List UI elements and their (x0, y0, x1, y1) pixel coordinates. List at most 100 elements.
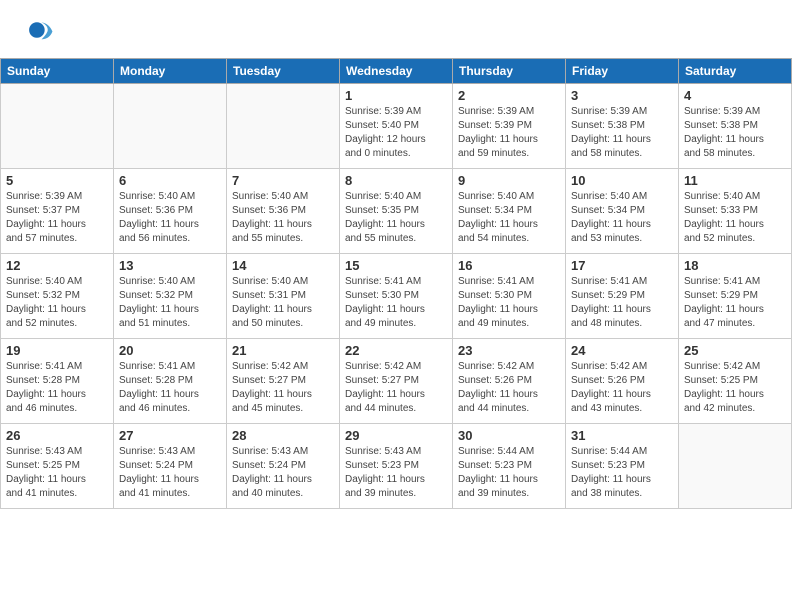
day-cell-30: 30Sunrise: 5:44 AM Sunset: 5:23 PM Dayli… (453, 424, 566, 509)
day-number: 6 (119, 173, 221, 188)
day-info: Sunrise: 5:39 AM Sunset: 5:38 PM Dayligh… (684, 105, 786, 161)
day-number: 30 (458, 428, 560, 443)
day-info: Sunrise: 5:42 AM Sunset: 5:26 PM Dayligh… (571, 360, 673, 416)
day-cell-17: 17 Sunrise: 5:41 AM Sunset: 5:29 PM Dayli… (566, 254, 679, 339)
day-number: 20 (119, 343, 221, 358)
day-header-sunday: Sunday (1, 59, 114, 84)
empty-cell (679, 424, 792, 509)
day-info: Sunrise: 5:40 AM Sunset: 5:34 PM Dayligh… (571, 190, 673, 246)
day-header-tuesday: Tuesday (227, 59, 340, 84)
day-number: 3 (571, 88, 673, 103)
day-info: Sunrise: 5:42 AM Sunset: 5:27 PM Dayligh… (345, 360, 447, 416)
empty-cell (114, 84, 227, 169)
calendar: SundayMondayTuesdayWednesdayThursdayFrid… (0, 58, 792, 509)
day-header-wednesday: Wednesday (340, 59, 453, 84)
day-number: 11 (684, 173, 786, 188)
day-info: Sunrise: 5:40 AM Sunset: 5:36 PM Dayligh… (119, 190, 221, 246)
day-info: Sunrise: 5:39 AM Sunset: 5:39 PM Dayligh… (458, 105, 560, 161)
day-header-saturday: Saturday (679, 59, 792, 84)
day-cell-31: 31 Sunrise: 5:44 AM Sunset: 5:23 PM Dayli… (566, 424, 679, 509)
day-info: Sunrise: 5:40 AM Sunset: 5:32 PM Dayligh… (6, 275, 108, 331)
day-cell-27: 27 Sunrise: 5:43 AM Sunset: 5:24 PM Dayli… (114, 424, 227, 509)
day-cell-3: 3 Sunrise: 5:39 AM Sunset: 5:38 PM Daylig… (566, 84, 679, 169)
day-cell-6: 6 Sunrise: 5:40 AM Sunset: 5:36 PM Daylig… (114, 169, 227, 254)
day-cell-28: 28 Sunrise: 5:43 AM Sunset: 5:24 PM Dayli… (227, 424, 340, 509)
day-number: 10 (571, 173, 673, 188)
day-info: Sunrise: 5:39 AM Sunset: 5:37 PM Dayligh… (6, 190, 108, 246)
week-row-1: 1Sunrise: 5:39 AM Sunset: 5:40 PM Daylig… (1, 84, 792, 169)
day-cell-20: 20 Sunrise: 5:41 AM Sunset: 5:28 PM Dayli… (114, 339, 227, 424)
day-cell-18: 18 Sunrise: 5:41 AM Sunset: 5:29 PM Dayli… (679, 254, 792, 339)
day-number: 15 (345, 258, 447, 273)
day-info: Sunrise: 5:41 AM Sunset: 5:29 PM Dayligh… (684, 275, 786, 331)
day-info: Sunrise: 5:41 AM Sunset: 5:28 PM Dayligh… (6, 360, 108, 416)
day-cell-19: 19 Sunrise: 5:41 AM Sunset: 5:28 PM Dayli… (1, 339, 114, 424)
day-cell-14: 14Sunrise: 5:40 AM Sunset: 5:31 PM Dayli… (227, 254, 340, 339)
day-number: 24 (571, 343, 673, 358)
day-info: Sunrise: 5:39 AM Sunset: 5:38 PM Dayligh… (571, 105, 673, 161)
day-info: Sunrise: 5:40 AM Sunset: 5:33 PM Dayligh… (684, 190, 786, 246)
day-info: Sunrise: 5:40 AM Sunset: 5:34 PM Dayligh… (458, 190, 560, 246)
day-info: Sunrise: 5:43 AM Sunset: 5:24 PM Dayligh… (232, 445, 334, 501)
day-number: 28 (232, 428, 334, 443)
day-cell-12: 12 Sunrise: 5:40 AM Sunset: 5:32 PM Dayli… (1, 254, 114, 339)
day-cell-11: 11 Sunrise: 5:40 AM Sunset: 5:33 PM Dayli… (679, 169, 792, 254)
day-number: 12 (6, 258, 108, 273)
day-info: Sunrise: 5:42 AM Sunset: 5:26 PM Dayligh… (458, 360, 560, 416)
days-header-row: SundayMondayTuesdayWednesdayThursdayFrid… (1, 59, 792, 84)
day-info: Sunrise: 5:44 AM Sunset: 5:23 PM Dayligh… (571, 445, 673, 501)
day-info: Sunrise: 5:41 AM Sunset: 5:29 PM Dayligh… (571, 275, 673, 331)
day-number: 7 (232, 173, 334, 188)
day-number: 18 (684, 258, 786, 273)
day-number: 31 (571, 428, 673, 443)
day-number: 9 (458, 173, 560, 188)
day-info: Sunrise: 5:41 AM Sunset: 5:30 PM Dayligh… (345, 275, 447, 331)
day-cell-2: 2 Sunrise: 5:39 AM Sunset: 5:39 PM Daylig… (453, 84, 566, 169)
day-number: 27 (119, 428, 221, 443)
header (0, 0, 792, 48)
day-number: 2 (458, 88, 560, 103)
day-number: 5 (6, 173, 108, 188)
day-header-thursday: Thursday (453, 59, 566, 84)
week-row-5: 26 Sunrise: 5:43 AM Sunset: 5:25 PM Dayli… (1, 424, 792, 509)
day-number: 1 (345, 88, 447, 103)
subtitle (0, 48, 792, 58)
day-cell-15: 15 Sunrise: 5:41 AM Sunset: 5:30 PM Dayli… (340, 254, 453, 339)
day-number: 22 (345, 343, 447, 358)
day-info: Sunrise: 5:41 AM Sunset: 5:28 PM Dayligh… (119, 360, 221, 416)
day-info: Sunrise: 5:43 AM Sunset: 5:23 PM Dayligh… (345, 445, 447, 501)
day-cell-13: 13Sunrise: 5:40 AM Sunset: 5:32 PM Dayli… (114, 254, 227, 339)
day-header-monday: Monday (114, 59, 227, 84)
empty-cell (227, 84, 340, 169)
day-cell-4: 4 Sunrise: 5:39 AM Sunset: 5:38 PM Daylig… (679, 84, 792, 169)
day-info: Sunrise: 5:43 AM Sunset: 5:25 PM Dayligh… (6, 445, 108, 501)
day-number: 19 (6, 343, 108, 358)
day-header-friday: Friday (566, 59, 679, 84)
day-cell-24: 24 Sunrise: 5:42 AM Sunset: 5:26 PM Dayli… (566, 339, 679, 424)
day-cell-25: 25Sunrise: 5:42 AM Sunset: 5:25 PM Dayli… (679, 339, 792, 424)
day-cell-26: 26 Sunrise: 5:43 AM Sunset: 5:25 PM Dayli… (1, 424, 114, 509)
logo (24, 16, 54, 44)
day-number: 8 (345, 173, 447, 188)
week-row-3: 12 Sunrise: 5:40 AM Sunset: 5:32 PM Dayli… (1, 254, 792, 339)
day-number: 16 (458, 258, 560, 273)
day-info: Sunrise: 5:40 AM Sunset: 5:36 PM Dayligh… (232, 190, 334, 246)
day-number: 23 (458, 343, 560, 358)
day-cell-16: 16 Sunrise: 5:41 AM Sunset: 5:30 PM Dayli… (453, 254, 566, 339)
day-number: 26 (6, 428, 108, 443)
day-info: Sunrise: 5:41 AM Sunset: 5:30 PM Dayligh… (458, 275, 560, 331)
day-info: Sunrise: 5:40 AM Sunset: 5:31 PM Dayligh… (232, 275, 334, 331)
day-cell-10: 10 Sunrise: 5:40 AM Sunset: 5:34 PM Dayli… (566, 169, 679, 254)
day-number: 13 (119, 258, 221, 273)
day-number: 17 (571, 258, 673, 273)
day-number: 29 (345, 428, 447, 443)
day-info: Sunrise: 5:43 AM Sunset: 5:24 PM Dayligh… (119, 445, 221, 501)
day-cell-22: 22 Sunrise: 5:42 AM Sunset: 5:27 PM Dayli… (340, 339, 453, 424)
day-info: Sunrise: 5:42 AM Sunset: 5:27 PM Dayligh… (232, 360, 334, 416)
day-cell-21: 21Sunrise: 5:42 AM Sunset: 5:27 PM Dayli… (227, 339, 340, 424)
day-cell-1: 1Sunrise: 5:39 AM Sunset: 5:40 PM Daylig… (340, 84, 453, 169)
day-cell-9: 9 Sunrise: 5:40 AM Sunset: 5:34 PM Daylig… (453, 169, 566, 254)
day-cell-23: 23 Sunrise: 5:42 AM Sunset: 5:26 PM Dayli… (453, 339, 566, 424)
day-number: 4 (684, 88, 786, 103)
day-cell-8: 8Sunrise: 5:40 AM Sunset: 5:35 PM Daylig… (340, 169, 453, 254)
